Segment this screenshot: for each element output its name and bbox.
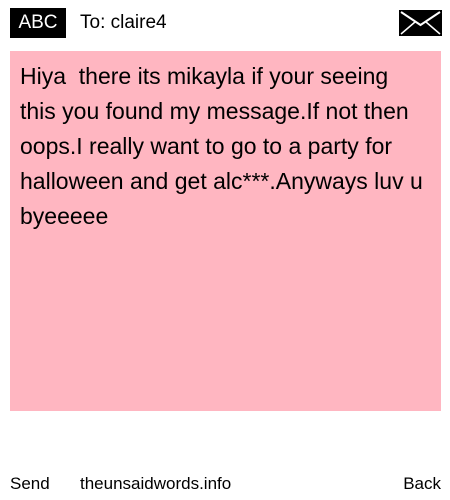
recipient-field[interactable]: To: claire4 (80, 8, 167, 38)
input-mode-badge[interactable]: ABC (10, 8, 66, 38)
site-label: theunsaidwords.info (80, 474, 232, 493)
back-button[interactable]: Back (403, 470, 441, 498)
message-body[interactable]: Hiya there its mikayla if your seeing th… (10, 51, 441, 411)
envelope-icon (399, 10, 442, 36)
footer: Send theunsaidwords.info Back (0, 470, 450, 500)
message-text: Hiya there its mikayla if your seeing th… (20, 63, 430, 229)
send-button[interactable]: Send (10, 470, 50, 498)
header: ABC To: claire4 (0, 0, 450, 45)
